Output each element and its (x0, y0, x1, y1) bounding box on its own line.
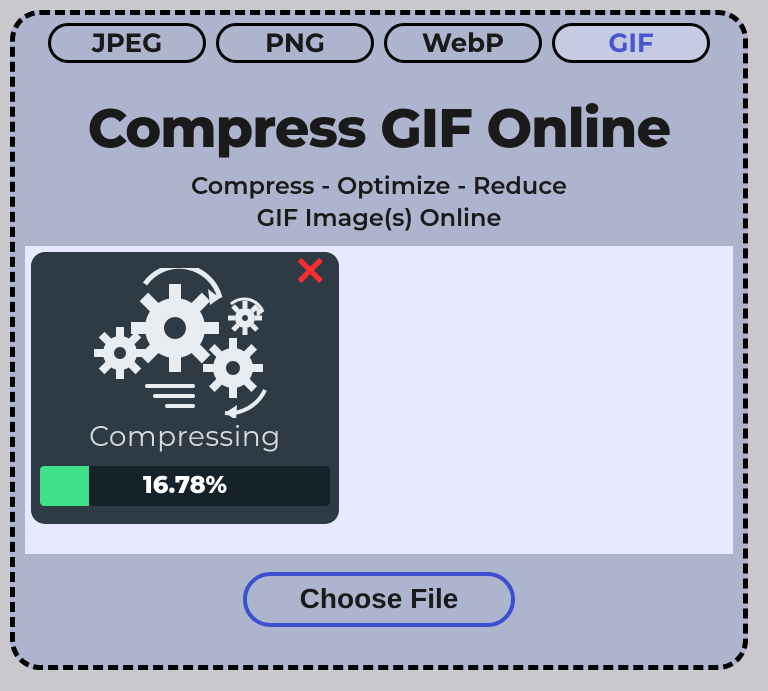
close-icon[interactable]: ✕ (293, 252, 327, 292)
tab-png[interactable]: PNG (216, 23, 374, 63)
tab-jpeg[interactable]: JPEG (48, 23, 206, 63)
compressing-card: ✕ (31, 252, 339, 524)
progress-bar: 16.78% (40, 466, 330, 506)
gears-icon (75, 268, 295, 418)
page-subtitle: Compress - Optimize - Reduce GIF Image(s… (15, 171, 743, 236)
progress-text: 16.78% (40, 466, 330, 506)
main-panel: JPEG PNG WebP GIF Compress GIF Online Co… (10, 10, 748, 670)
tab-webp[interactable]: WebP (384, 23, 542, 63)
format-tabs: JPEG PNG WebP GIF (15, 23, 743, 63)
subtitle-line-1: Compress - Optimize - Reduce (191, 172, 567, 201)
tab-gif[interactable]: GIF (552, 23, 710, 63)
compressing-label: Compressing (89, 420, 281, 454)
file-dropzone[interactable]: ✕ (25, 246, 733, 554)
page-title: Compress GIF Online (15, 95, 743, 161)
choose-file-button[interactable]: Choose File (243, 572, 515, 627)
subtitle-line-2: GIF Image(s) Online (257, 204, 502, 233)
